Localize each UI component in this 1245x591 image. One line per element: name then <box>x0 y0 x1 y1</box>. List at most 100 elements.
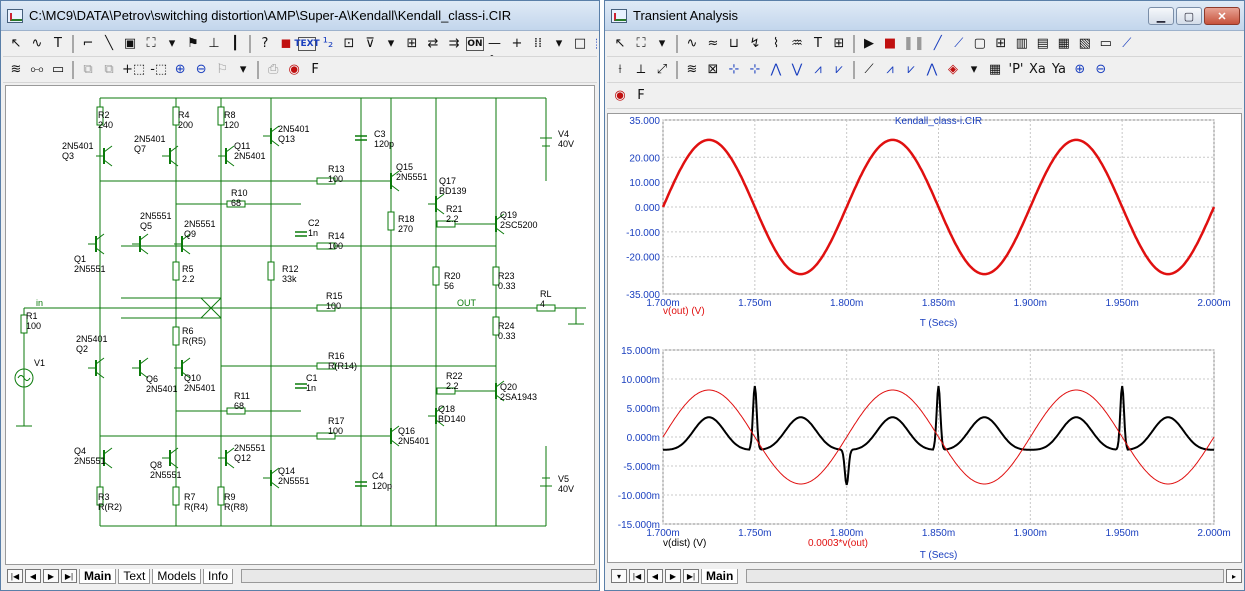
component-icon[interactable]: ⛶ <box>142 34 160 54</box>
font-icon[interactable]: F <box>632 86 650 106</box>
grid-dots-icon[interactable]: ⁞⁞ <box>529 34 547 54</box>
find-binoculars-icon[interactable]: ⧟ <box>28 60 46 80</box>
transistor-symbol[interactable] <box>218 447 235 469</box>
tool-d-icon[interactable]: ≋ <box>683 60 701 80</box>
peak2-icon[interactable]: ⩘ <box>809 60 827 80</box>
transistor-symbol[interactable] <box>96 145 113 167</box>
zoom-box-icon[interactable]: ⬚ <box>592 34 597 54</box>
polyline-icon[interactable]: ⟋ <box>950 34 968 54</box>
select-arrow-icon[interactable]: ↖ <box>611 34 629 54</box>
resistor-symbol[interactable] <box>172 326 180 346</box>
pin-dot-icon[interactable]: •—• <box>487 31 505 56</box>
dropdown-button[interactable]: ▾ <box>611 569 627 583</box>
palette-icon[interactable]: ◉ <box>285 60 303 80</box>
text-tool-icon[interactable]: T <box>809 34 827 54</box>
zoom-out-icon[interactable]: ⊖ <box>192 60 210 80</box>
horizontal-scrollbar[interactable] <box>746 569 1224 583</box>
next-page-button[interactable]: ▶ <box>43 569 59 583</box>
schematic-titlebar[interactable]: C:\MC9\DATA\Petrov\switching distortion\… <box>1 1 599 31</box>
print-disabled-icon[interactable]: ⎙ <box>264 60 282 80</box>
p-icon[interactable]: 'P' <box>1007 60 1025 80</box>
tool-c-icon[interactable]: ⤢ <box>653 60 671 80</box>
add-page-icon[interactable]: +⬚ <box>121 60 146 80</box>
ya-icon[interactable]: Ya <box>1050 60 1068 80</box>
swap-arrows-icon[interactable]: ⇄ <box>424 34 442 54</box>
zoom-out-icon[interactable]: ⊖ <box>1092 60 1110 80</box>
tool-a-icon[interactable]: ⟊ <box>611 60 629 80</box>
tab-models[interactable]: Models <box>152 568 202 584</box>
wave6-icon[interactable]: ♒ <box>788 34 806 54</box>
transistor-symbol[interactable] <box>88 357 105 379</box>
wave3-icon[interactable]: ⊔ <box>725 34 743 54</box>
copy-disabled-icon[interactable]: ⧉ <box>79 60 97 80</box>
scroll-right-button[interactable]: ▸ <box>1226 569 1242 583</box>
zoom-in-icon[interactable]: ⊕ <box>1071 60 1089 80</box>
probe-icon[interactable]: ◼ <box>277 34 295 54</box>
diagonal-wire-icon[interactable]: ╲ <box>100 34 118 54</box>
component-icon[interactable]: ⛶ <box>632 34 650 54</box>
last-page-button[interactable]: ▶| <box>61 569 77 583</box>
zoom-in-icon[interactable]: ⊕ <box>171 60 189 80</box>
minimize-button[interactable]: ▁ <box>1148 7 1174 25</box>
dropdown-arrow2-icon[interactable]: ▾ <box>965 60 983 80</box>
dropdown-arrow-icon[interactable]: ▾ <box>163 34 181 54</box>
table-icon[interactable]: ▦ <box>986 60 1004 80</box>
tab-info[interactable]: Info <box>203 568 234 584</box>
resistor-symbol[interactable] <box>387 211 395 231</box>
help-icon[interactable]: ? <box>256 34 274 54</box>
tab-text[interactable]: Text <box>118 568 151 584</box>
cursor1-icon[interactable]: ⊹ <box>725 60 743 80</box>
slope-icon[interactable]: ⟋ <box>860 60 878 80</box>
close-button[interactable]: ✕ <box>1204 7 1240 25</box>
transistor-symbol[interactable] <box>428 193 445 215</box>
tab-main[interactable]: Main <box>701 568 739 584</box>
tool-e-icon[interactable]: ⊠ <box>704 60 722 80</box>
stepping-icon[interactable]: ⇉ <box>445 34 463 54</box>
prev-page-button[interactable]: ◀ <box>647 569 663 583</box>
node-numbers-icon[interactable]: ¹₂ <box>319 34 337 54</box>
transistor-symbol[interactable] <box>383 425 400 447</box>
transient-titlebar[interactable]: Transient Analysis ▁ ▢ ✕ <box>605 1 1244 31</box>
analog-icon[interactable]: ≋ <box>7 60 25 80</box>
wave1-icon[interactable]: ∿ <box>683 34 701 54</box>
pin-icon[interactable]: ⊥ <box>205 34 223 54</box>
dropdown-arrow3-icon[interactable]: ▾ <box>550 34 568 54</box>
pin-connect-icon[interactable]: ⊡ <box>340 34 358 54</box>
tool-b-icon[interactable]: ⟂ <box>632 60 650 80</box>
transistor-symbol[interactable] <box>218 145 235 167</box>
bars2-icon[interactable]: ▤ <box>1034 34 1052 54</box>
text-button-icon[interactable]: TEXT <box>294 36 320 51</box>
ortho-wire-icon[interactable]: ⌐ <box>79 34 97 54</box>
xa-icon[interactable]: Xa <box>1028 60 1047 80</box>
bus-icon[interactable]: ▣ <box>121 34 139 54</box>
last-page-button[interactable]: ▶| <box>683 569 699 583</box>
palette-icon[interactable]: ◉ <box>611 86 629 106</box>
cross-icon[interactable]: + <box>508 34 526 54</box>
transistor-symbol[interactable] <box>88 233 105 255</box>
valley2-icon[interactable]: ⩗ <box>830 60 848 80</box>
dropdown-arrow-icon[interactable]: ▾ <box>653 34 671 54</box>
prev-page-button[interactable]: ◀ <box>25 569 41 583</box>
first-page-button[interactable]: |◀ <box>7 569 23 583</box>
comment-icon[interactable]: ▭ <box>49 60 67 80</box>
properties-icon[interactable]: ⊞ <box>830 34 848 54</box>
box-icon[interactable]: ▢ <box>971 34 989 54</box>
bars1-icon[interactable]: ▥ <box>1013 34 1031 54</box>
bars3-icon[interactable]: ▦ <box>1055 34 1073 54</box>
run-icon[interactable]: ▶ <box>860 34 878 54</box>
peak4-icon[interactable]: ⋀ <box>923 60 941 80</box>
rectangle-icon[interactable]: □ <box>571 34 589 54</box>
resistor-symbol[interactable] <box>172 261 180 281</box>
stop-disabled-icon[interactable]: ■ <box>881 34 899 54</box>
flag-disabled-icon[interactable]: ⚐ <box>213 60 231 80</box>
transistor-symbol[interactable] <box>263 467 280 489</box>
wave4-icon[interactable]: ↯ <box>746 34 764 54</box>
attribute-icon[interactable]: ⊞ <box>403 34 421 54</box>
cursor2-icon[interactable]: ⊹ <box>746 60 764 80</box>
paste-disabled-icon[interactable]: ⧉ <box>100 60 118 80</box>
on-off-icon[interactable]: ON <box>466 36 484 51</box>
dropdown-arrow4-icon[interactable]: ▾ <box>234 60 252 80</box>
peak-icon[interactable]: ⋀ <box>767 60 785 80</box>
voltage-icon[interactable]: ⊽ <box>361 34 379 54</box>
remove-page-icon[interactable]: -⬚ <box>149 60 168 80</box>
